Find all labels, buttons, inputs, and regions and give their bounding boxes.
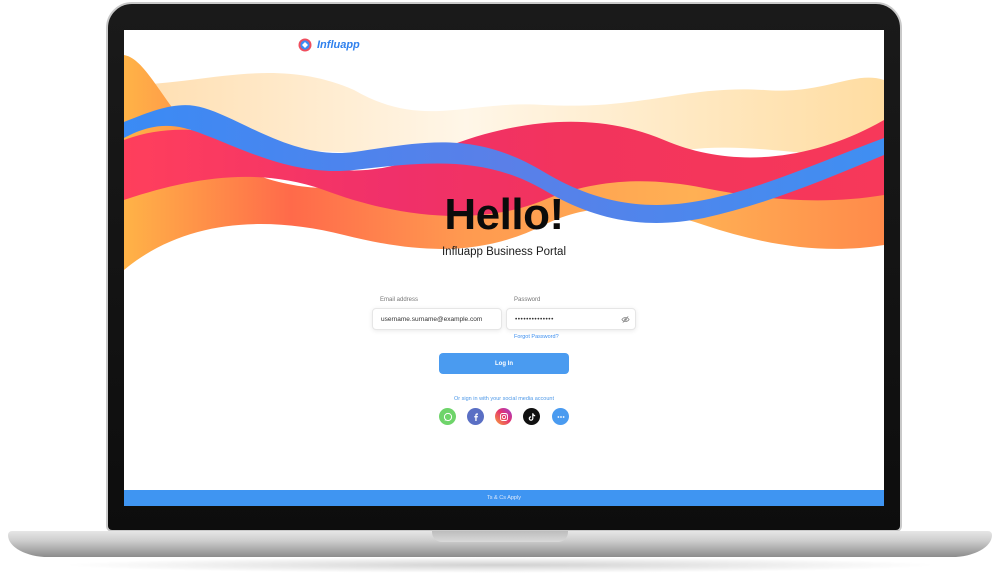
laptop-notch [432,531,568,542]
laptop-shadow [60,557,940,573]
wave-background [124,55,884,270]
whatsapp-icon [443,412,452,421]
terms-text[interactable]: Ts & Cs Apply [487,495,521,501]
influapp-logo-icon [298,38,312,52]
password-label: Password [514,297,541,303]
password-field[interactable] [506,308,636,330]
tiktok-button[interactable] [523,408,540,425]
tiktok-icon [528,412,535,421]
brand-logo[interactable]: Influapp [298,38,360,52]
social-caption: Or sign in with your social media accoun… [454,396,554,402]
hero-subtitle: Influapp Business Portal [441,246,567,258]
more-icon [557,415,564,418]
terms-footer: Ts & Cs Apply [124,490,884,506]
facebook-button[interactable] [467,408,484,425]
more-options-button[interactable] [552,408,569,425]
login-button[interactable]: Log In [439,353,569,374]
instagram-button[interactable] [495,408,512,425]
instagram-icon [499,412,508,421]
show-password-icon[interactable] [621,315,630,324]
brand-name: Influapp [317,39,360,51]
forgot-password-link[interactable]: Forgot Password? [514,334,559,340]
email-field[interactable] [372,308,502,330]
hero-title: Hello! [444,190,564,239]
facebook-icon [473,412,478,421]
email-label: Email address [380,297,419,303]
login-screen: Influapp Hello! Influapp Business Portal… [124,30,884,506]
whatsapp-button[interactable] [439,408,456,425]
